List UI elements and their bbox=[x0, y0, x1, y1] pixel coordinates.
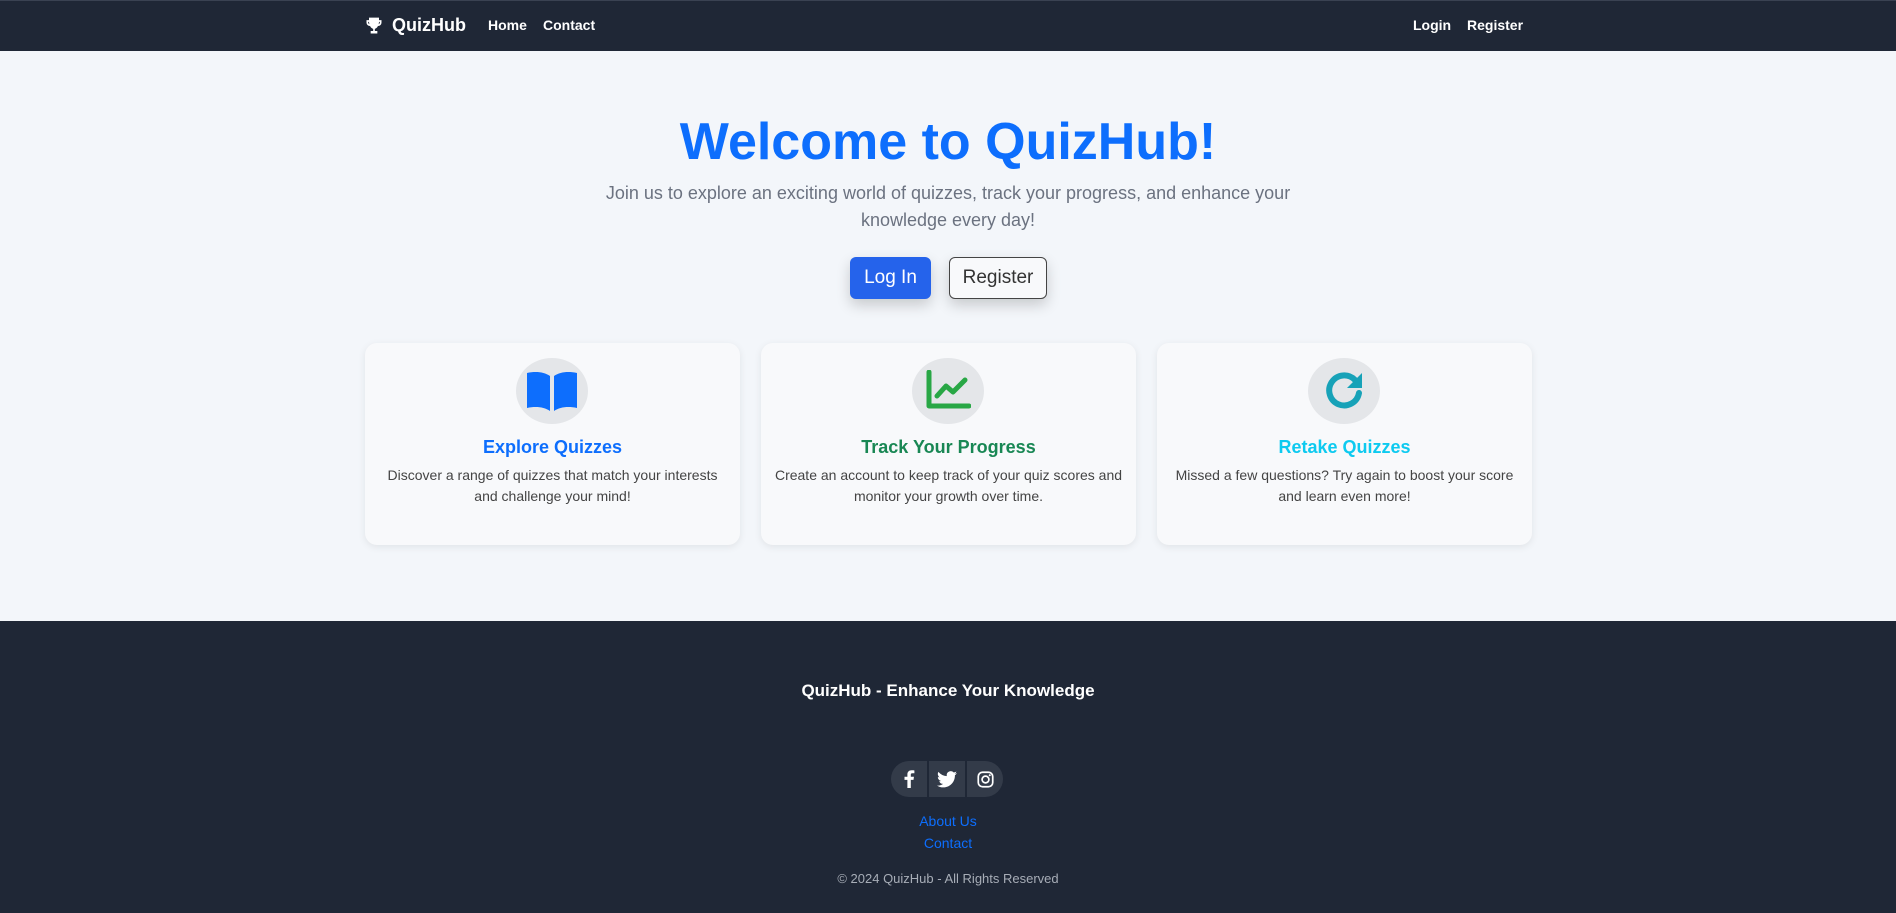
hero-subtitle: Join us to explore an exciting world of … bbox=[605, 183, 1291, 230]
facebook-button[interactable] bbox=[891, 761, 927, 797]
nav-link-login[interactable]: Login bbox=[1413, 17, 1451, 33]
feature-description: Discover a range of quizzes that match y… bbox=[387, 467, 718, 504]
facebook-icon bbox=[904, 770, 915, 788]
navbar: QuizHub Home Contact Login Register bbox=[0, 0, 1896, 51]
brand-link[interactable]: QuizHub bbox=[364, 15, 466, 36]
twitter-icon bbox=[937, 770, 957, 787]
nav-link-contact[interactable]: Contact bbox=[543, 17, 595, 33]
feature-title: Explore Quizzes bbox=[482, 437, 623, 457]
instagram-button[interactable] bbox=[967, 761, 1003, 797]
brand-name: QuizHub bbox=[392, 15, 466, 35]
feature-card-progress: Track Your Progress Create an account to… bbox=[761, 343, 1136, 545]
feature-card-retake: Retake Quizzes Missed a few questions? T… bbox=[1157, 343, 1532, 545]
feature-title: Track Your Progress bbox=[861, 437, 1036, 457]
feature-card-explore: Explore Quizzes Discover a range of quiz… bbox=[365, 343, 740, 545]
feature-title: Retake Quizzes bbox=[1278, 437, 1411, 457]
register-button[interactable]: Register bbox=[949, 257, 1047, 299]
book-open-icon bbox=[527, 372, 577, 411]
feature-icon-circle bbox=[912, 358, 984, 424]
footer-link-contact[interactable]: Contact bbox=[0, 835, 1896, 851]
feature-description: Missed a few questions? Try again to boo… bbox=[1175, 467, 1514, 504]
footer: QuizHub - Enhance Your Knowledge About U… bbox=[0, 621, 1896, 913]
feature-icon-circle bbox=[516, 358, 588, 424]
copyright-text: © 2024 QuizHub - All Rights Reserved bbox=[837, 871, 1059, 886]
login-button[interactable]: Log In bbox=[850, 257, 931, 299]
footer-link-about[interactable]: About Us bbox=[0, 813, 1896, 829]
trophy-icon bbox=[366, 17, 382, 33]
hero-title: Welcome to QuizHub! bbox=[679, 113, 1217, 171]
nav-link-home[interactable]: Home bbox=[488, 17, 527, 33]
instagram-icon bbox=[976, 770, 994, 788]
chart-line-icon bbox=[926, 370, 971, 409]
feature-description: Create an account to keep track of your … bbox=[774, 467, 1123, 504]
feature-icon-circle bbox=[1308, 358, 1380, 424]
nav-link-register[interactable]: Register bbox=[1467, 17, 1523, 33]
social-links bbox=[891, 761, 1003, 797]
redo-icon bbox=[1326, 372, 1362, 409]
footer-title: QuizHub - Enhance Your Knowledge bbox=[801, 681, 1095, 700]
twitter-button[interactable] bbox=[929, 761, 965, 797]
